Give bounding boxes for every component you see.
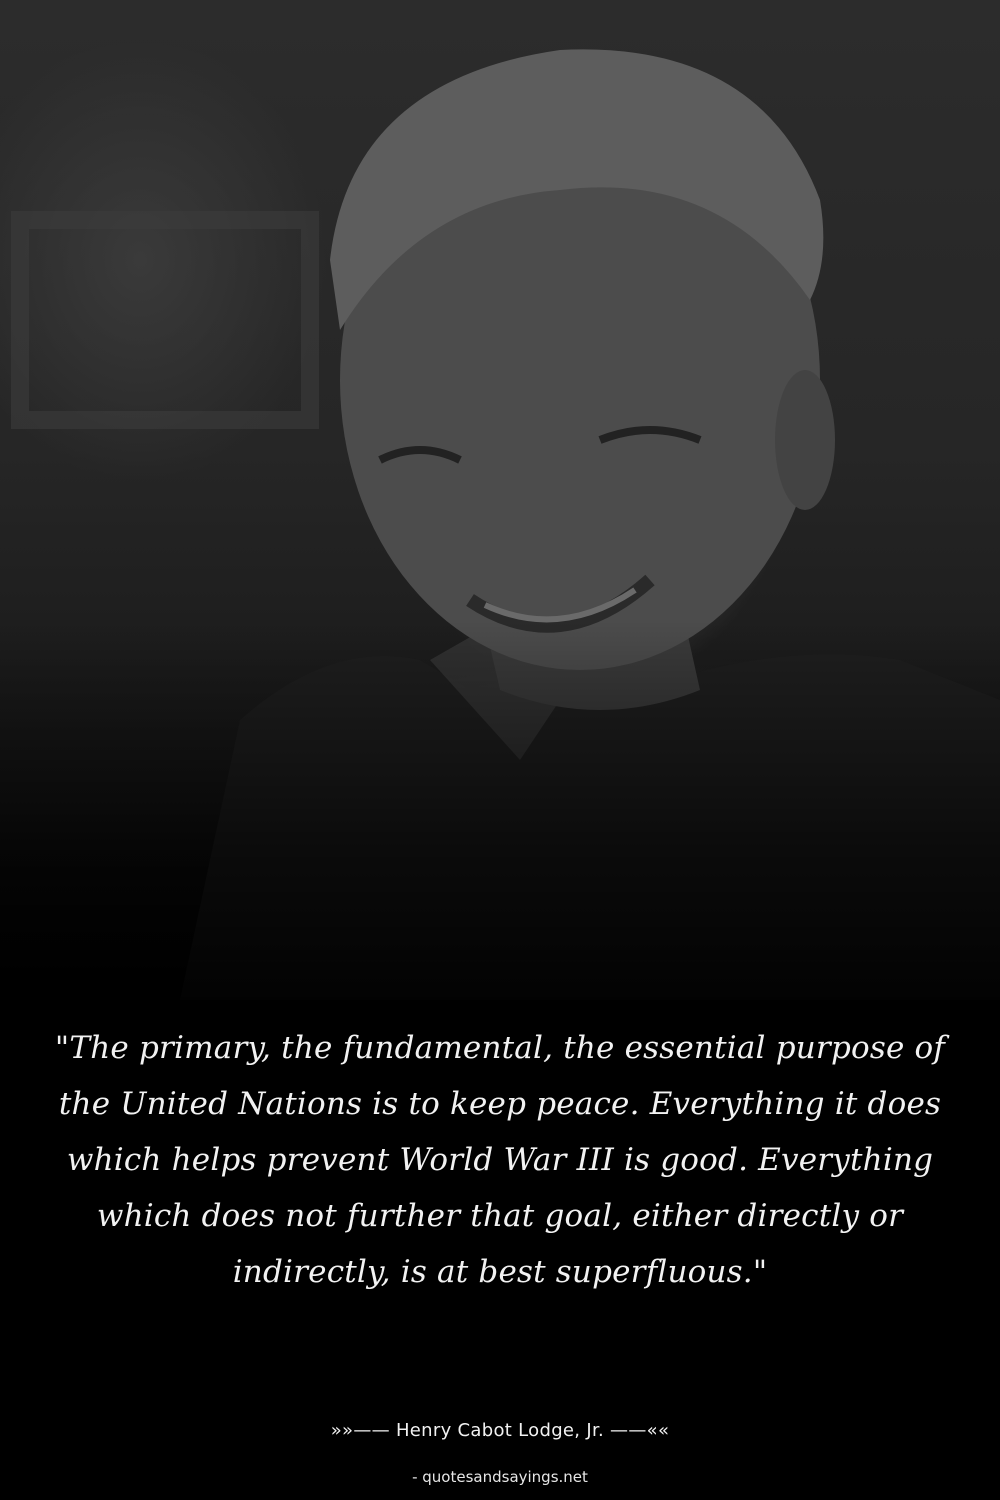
bottom-gradient xyxy=(0,620,1000,1040)
source-credit: - quotesandsayings.net xyxy=(412,1468,588,1486)
portrait-photo xyxy=(0,0,1000,1040)
quote-card: "The primary, the fundamental, the essen… xyxy=(0,0,1000,1500)
quote-text: "The primary, the fundamental, the essen… xyxy=(54,1030,946,1290)
author-line: »»—— Henry Cabot Lodge, Jr. ——«« xyxy=(330,1420,670,1441)
